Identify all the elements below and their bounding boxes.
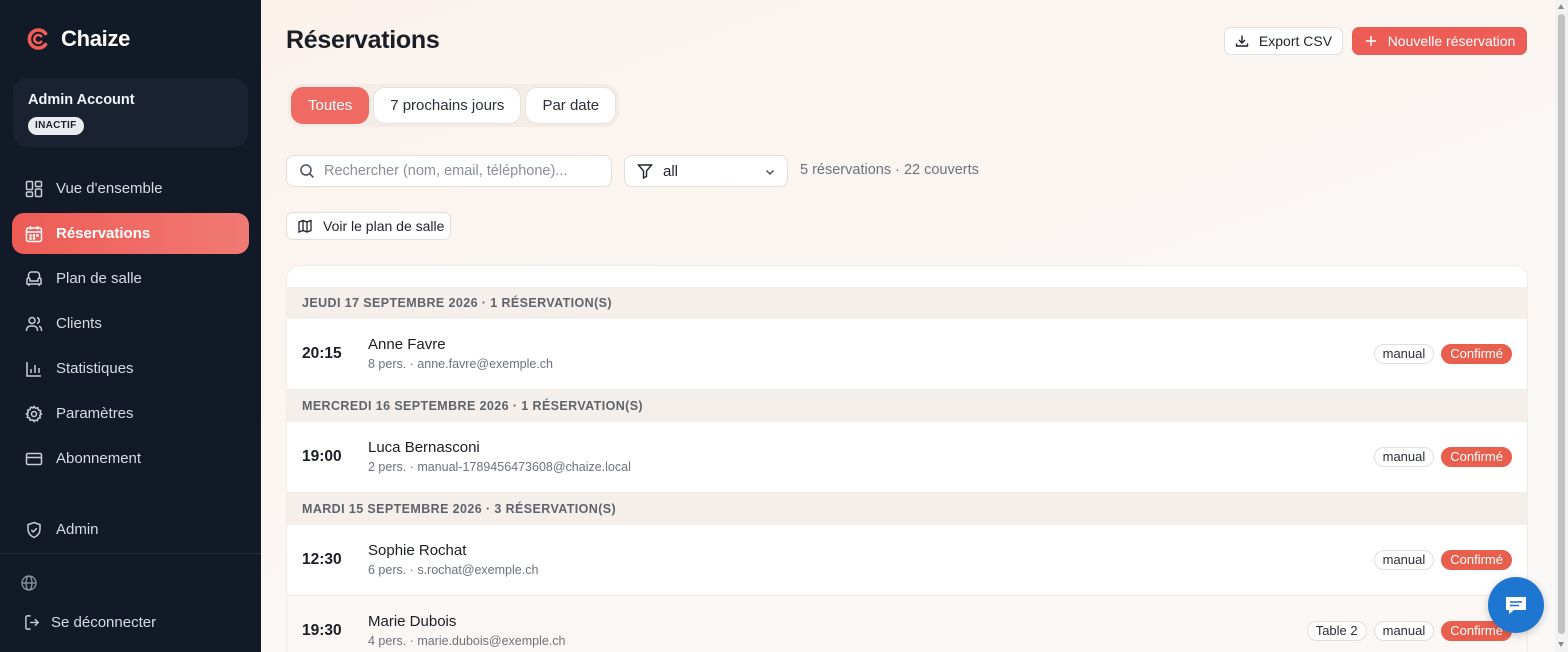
reservation-time: 19:30 [302,622,342,639]
source-badge: manual [1373,621,1435,641]
reservation-tags: manual Confirmé [1373,550,1512,570]
filter-value: all [663,162,679,180]
sidebar-item-label: Réservations [56,225,151,242]
search-box[interactable] [286,155,612,187]
source-badge: manual [1373,344,1435,364]
sidebar-nav: Vue d'ensemble Réservations Plan de sall… [12,168,249,483]
sidebar: Chaize Admin Account INACTIF Vue d'ensem… [0,0,261,652]
sidebar-item-label: Clients [56,315,102,332]
map-icon [298,219,312,233]
reservation-meta: 4 pers. · marie.dubois@exemple.ch [368,634,566,648]
reservation-time: 20:15 [302,345,342,362]
reservation-tags: manual Confirmé [1373,447,1512,467]
globe-icon[interactable] [20,574,38,592]
main-content: Réservations Export CSV Nouvelle réserva… [261,0,1568,652]
shield-icon [27,521,41,538]
page-title: Réservations [286,26,440,54]
sidebar-item-abonnement[interactable]: Abonnement [12,438,249,479]
sidebar-item-clients[interactable]: Clients [12,303,249,344]
sidebar-item-statistiques[interactable]: Statistiques [12,348,249,389]
reservation-tags: Table 2 manual Confirmé [1306,621,1512,641]
scroll-thumb[interactable] [1558,14,1565,634]
plus-icon [1365,36,1376,46]
scroll-up-arrow[interactable] [1558,4,1564,9]
reservation-meta: 8 pers. · anne.favre@exemple.ch [368,357,554,371]
export-csv-button[interactable]: Export CSV [1224,27,1343,55]
new-reservation-label: Nouvelle réservation [1387,33,1516,49]
chat-icon [1506,597,1526,614]
credit-card-icon [25,452,43,465]
reservation-name: Luca Bernasconi [368,439,480,456]
chevron-down-icon [765,169,775,176]
gear-icon [25,404,43,423]
sidebar-item-label: Paramètres [56,405,134,422]
account-name: Admin Account [28,92,135,108]
account-status-badge: INACTIF [28,117,84,135]
reservation-summary: 5 réservations · 22 couverts [800,162,979,178]
logout-button[interactable]: Se déconnecter [24,614,156,631]
tab-toutes[interactable]: Toutes [291,87,370,124]
calendar-icon [25,225,43,242]
users-icon [25,316,43,331]
sidebar-item-admin[interactable]: Admin [12,509,249,550]
reservation-row[interactable]: 12:30 Sophie Rochat 6 pers. · s.rochat@e… [287,525,1527,596]
table-badge: Table 2 [1306,621,1367,641]
armchair-icon [26,270,42,286]
page-scrollbar[interactable] [1555,0,1568,652]
bar-chart-icon [26,361,41,377]
status-filter-select[interactable]: all [624,155,788,187]
filter-icon [637,164,653,179]
scroll-down-arrow[interactable] [1558,642,1564,647]
tab-par-date[interactable]: Par date [525,87,617,124]
logo-icon [27,28,48,50]
reservation-name: Sophie Rochat [368,542,467,559]
logout-icon [25,615,40,630]
logo[interactable]: Chaize [25,26,130,52]
sidebar-item-parametres[interactable]: Paramètres [12,393,249,434]
view-floor-plan-label: Voir le plan de salle [323,218,445,234]
search-input[interactable] [324,163,604,179]
status-badge: Confirmé [1441,344,1512,364]
reservation-name: Marie Dubois [368,613,457,630]
reservation-list: JEUDI 17 SEPTEMBRE 2026 · 1 RÉSERVATION(… [286,265,1528,652]
reservation-time: 12:30 [302,551,342,568]
status-badge: Confirmé [1441,550,1512,570]
date-group-header: MARDI 15 SEPTEMBRE 2026 · 3 RÉSERVATION(… [287,493,1527,525]
view-floor-plan-button[interactable]: Voir le plan de salle [286,212,451,240]
app-name: Chaize [61,26,131,51]
sidebar-item-plan-de-salle[interactable]: Plan de salle [12,258,249,299]
sidebar-item-reservations[interactable]: Réservations [12,213,249,254]
date-group-header: JEUDI 17 SEPTEMBRE 2026 · 1 RÉSERVATION(… [287,287,1527,319]
download-icon [1235,35,1249,47]
sidebar-item-label: Admin [56,521,99,538]
export-csv-label: Export CSV [1258,33,1333,49]
chat-widget-button[interactable] [1488,577,1544,633]
sidebar-item-label: Abonnement [56,450,142,467]
sidebar-item-vue-ensemble[interactable]: Vue d'ensemble [12,168,249,209]
sidebar-admin-section: Admin [12,509,249,554]
reservation-row[interactable]: 19:30 Marie Dubois 4 pers. · marie.duboi… [287,596,1527,652]
new-reservation-button[interactable]: Nouvelle réservation [1352,27,1527,55]
source-badge: manual [1373,550,1435,570]
logout-label: Se déconnecter [51,614,157,631]
reservation-row[interactable]: 20:15 Anne Favre 8 pers. · anne.favre@ex… [287,319,1527,390]
reservation-meta: 2 pers. · manual-1789456473608@chaize.lo… [368,460,631,474]
sidebar-divider [0,553,261,554]
source-badge: manual [1373,447,1435,467]
reservation-meta: 6 pers. · s.rochat@exemple.ch [368,563,539,577]
reservation-time: 19:00 [302,448,342,465]
reservation-row[interactable]: 19:00 Luca Bernasconi 2 pers. · manual-1… [287,422,1527,493]
sidebar-item-label: Plan de salle [56,270,142,287]
date-group-header: MERCREDI 16 SEPTEMBRE 2026 · 1 RÉSERVATI… [287,390,1527,422]
dashboard-icon [25,180,43,197]
reservation-name: Anne Favre [368,336,446,353]
reservation-tabs: Toutes 7 prochains jours Par date [288,84,620,127]
account-card[interactable]: Admin Account INACTIF [13,78,248,147]
tab-7-prochains-jours[interactable]: 7 prochains jours [373,87,522,124]
status-badge: Confirmé [1441,447,1512,467]
sidebar-item-label: Statistiques [56,360,134,377]
reservation-tags: manual Confirmé [1373,344,1512,364]
search-icon [300,164,315,179]
sidebar-item-label: Vue d'ensemble [56,180,163,197]
